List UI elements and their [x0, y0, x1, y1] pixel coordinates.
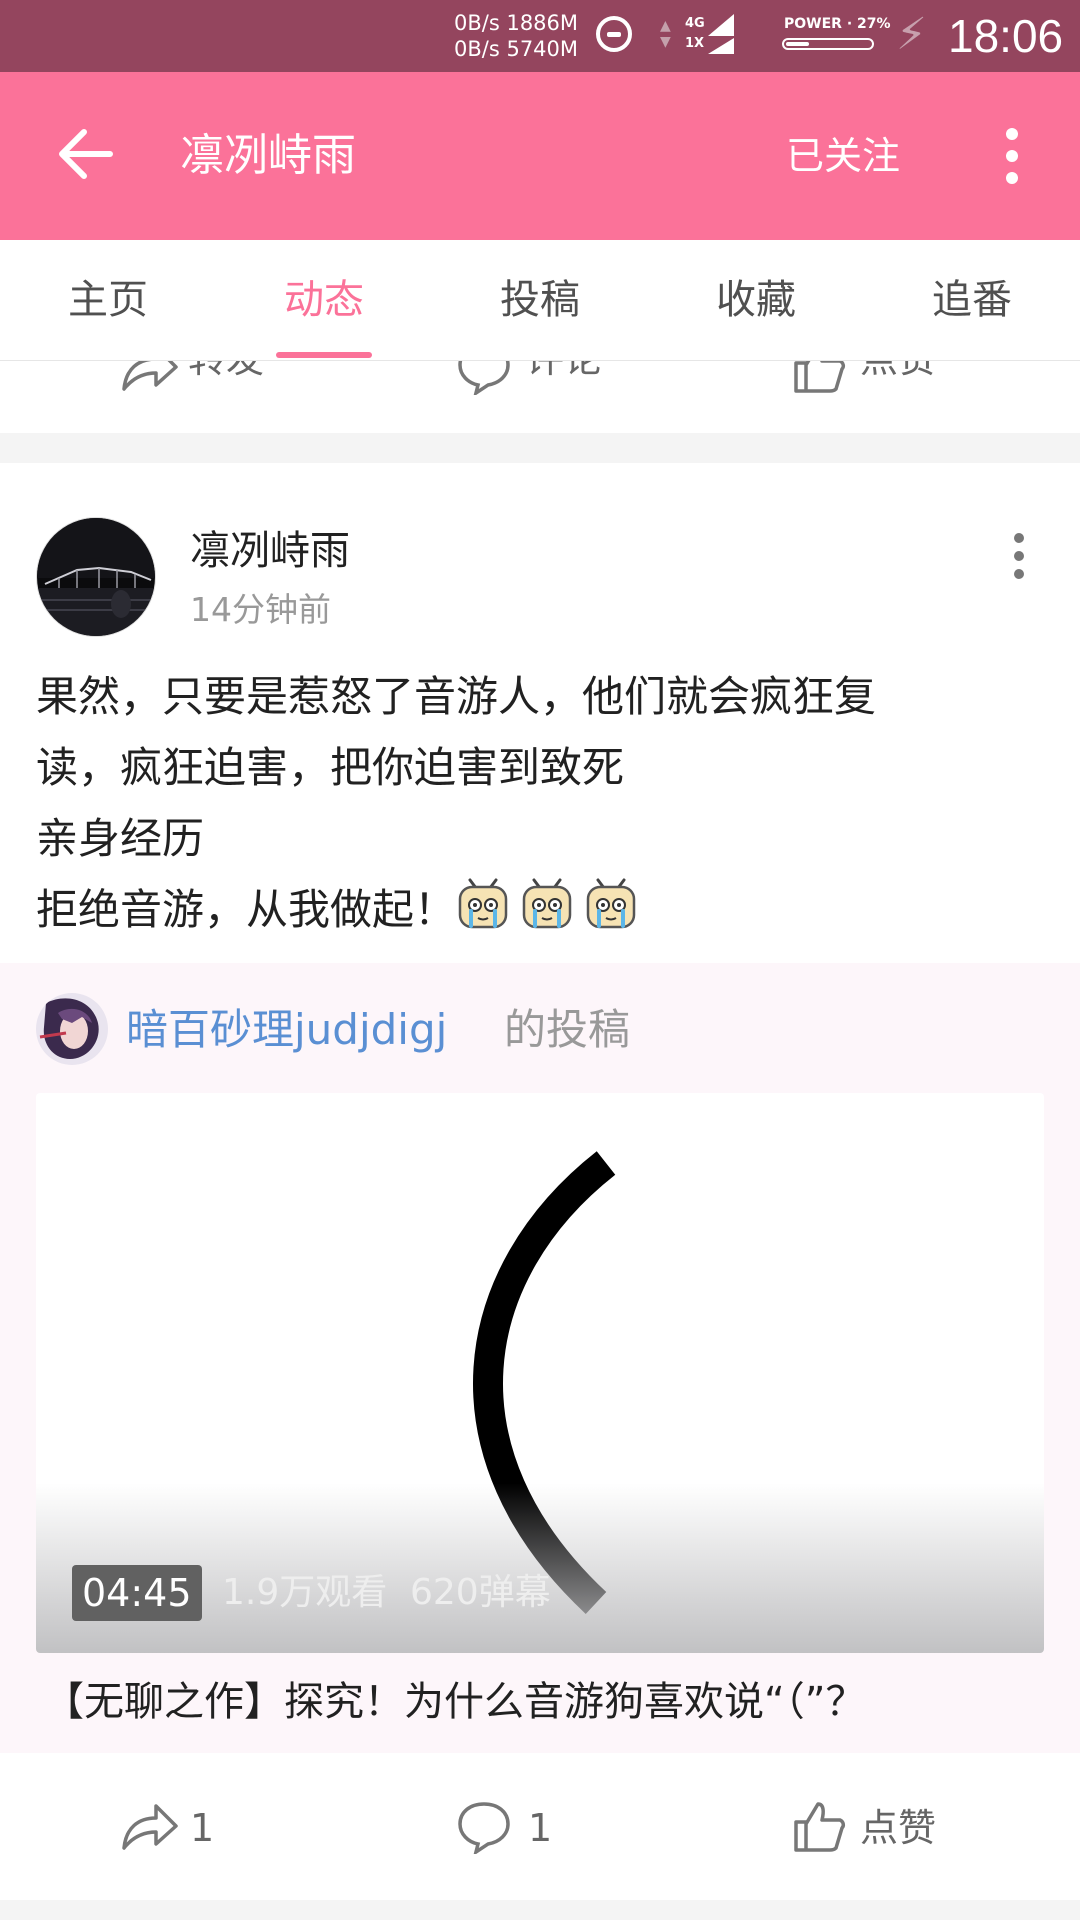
signal-icon	[708, 14, 734, 36]
active-tab-indicator	[276, 352, 372, 358]
signal-icon-2	[708, 38, 734, 54]
avatar[interactable]	[36, 517, 156, 637]
previous-card-actions: 转发 评论 点赞	[0, 361, 1080, 433]
like-icon	[794, 1802, 846, 1852]
page-title: 凛冽峙雨	[180, 130, 356, 181]
share-button[interactable]: 1	[118, 1798, 238, 1858]
network-type-label: 4G	[685, 16, 705, 31]
comment-icon[interactable]	[456, 361, 512, 395]
post-more-icon[interactable]	[1010, 533, 1030, 579]
like-button[interactable]: 点赞	[792, 1798, 972, 1858]
emoji-group	[456, 878, 648, 934]
post-card: 凛冽峙雨 14分钟前 果然，只要是惹怒了音游人，他们就会疯狂复 读，疯狂迫害，把…	[0, 463, 1080, 1900]
share-icon	[122, 1804, 178, 1850]
post-content-line: 拒绝音游，从我做起！	[36, 885, 457, 934]
card-separator-bottom	[0, 1900, 1080, 1920]
video-thumbnail[interactable]: 04:45 1.9万观看 620弹幕	[36, 1093, 1044, 1653]
battery-label: POWER · 27%	[784, 16, 891, 32]
post-content-line: 果然，只要是惹怒了音游人，他们就会疯狂复	[36, 672, 877, 721]
uploader-avatar[interactable]	[36, 993, 108, 1065]
comment-button[interactable]: 1	[456, 1798, 576, 1858]
video-views: 1.9万观看	[222, 1572, 388, 1613]
card-separator	[0, 433, 1080, 463]
comment-icon	[458, 1802, 510, 1854]
post-actions: 1 1 点赞	[0, 1753, 1080, 1900]
comment-label[interactable]: 评论	[526, 361, 602, 385]
data-activity-icon: ▲ ▼	[660, 18, 671, 50]
more-vertical-icon[interactable]	[996, 128, 1028, 184]
battery-icon	[782, 38, 874, 50]
network-type: 4G 1X	[685, 14, 705, 54]
post-author[interactable]: 凛冽峙雨	[190, 523, 350, 579]
tab-favorites[interactable]: 收藏	[648, 240, 864, 360]
profile-tabs: 主页 动态 投稿 收藏 追番	[0, 240, 1080, 361]
post-content-line: 亲身经历	[36, 814, 205, 863]
net-speed-line-2: 0B/s 5740M	[454, 37, 579, 61]
net-speed-line-1: 0B/s 1886M	[454, 11, 579, 35]
app-toolbar: 凛冽峙雨 已关注	[0, 72, 1080, 240]
post-content: 果然，只要是惹怒了音游人，他们就会疯狂复 读，疯狂迫害，把你迫害到致死 亲身经历…	[36, 661, 1046, 945]
tab-dynamics[interactable]: 动态	[216, 240, 432, 360]
like-icon[interactable]	[792, 361, 846, 395]
like-label[interactable]: 点赞	[860, 361, 936, 385]
share-count: 1	[190, 1806, 215, 1850]
like-label: 点赞	[860, 1806, 937, 1850]
post-content-last-line: 拒绝音游，从我做起！	[36, 874, 1046, 945]
charging-bolt-icon: ⚡	[896, 9, 927, 60]
post-content-line: 读，疯狂迫害，把你迫害到致死	[36, 743, 625, 792]
uploader-name[interactable]: 暗百砂理judjdigj	[126, 1001, 447, 1059]
crying-tv-emoji-icon	[586, 878, 636, 929]
comment-count: 1	[528, 1806, 553, 1850]
video-title[interactable]: 【无聊之作】探究！为什么音游狗喜欢说“（”？	[44, 1671, 865, 1733]
tab-home[interactable]: 主页	[0, 240, 216, 360]
do-not-disturb-icon	[596, 16, 632, 52]
avatar-image	[37, 518, 155, 636]
battery-fill	[786, 42, 809, 46]
sim2-label: 1X	[685, 36, 705, 51]
video-duration: 04:45	[72, 1565, 202, 1621]
crying-tv-emoji-icon	[522, 878, 572, 929]
share-icon[interactable]	[118, 361, 180, 395]
clock: 18:06	[948, 10, 1064, 62]
share-label[interactable]: 转发	[188, 361, 264, 385]
tab-bangumi[interactable]: 追番	[864, 240, 1080, 360]
video-danmaku-count: 620弹幕	[410, 1572, 551, 1613]
status-bar: 0B/s 1886M 0B/s 5740M ▲ ▼ 4G 1X POWER · 2…	[0, 0, 1080, 72]
arrow-left-icon	[59, 129, 113, 179]
network-speed: 0B/s 1886M 0B/s 5740M	[454, 10, 578, 62]
uploader-avatar-image	[36, 993, 108, 1065]
repost-suffix: 的投稿	[504, 1005, 631, 1054]
post-time: 14分钟前	[190, 590, 331, 629]
crying-tv-emoji-icon	[458, 878, 508, 929]
repost-block[interactable]: 暗百砂理judjdigj 的投稿 04:45 1.9万观看 620弹幕 【无聊之…	[0, 963, 1080, 1753]
follow-button[interactable]: 已关注	[786, 130, 900, 182]
back-button[interactable]	[50, 118, 122, 190]
tab-uploads[interactable]: 投稿	[432, 240, 648, 360]
